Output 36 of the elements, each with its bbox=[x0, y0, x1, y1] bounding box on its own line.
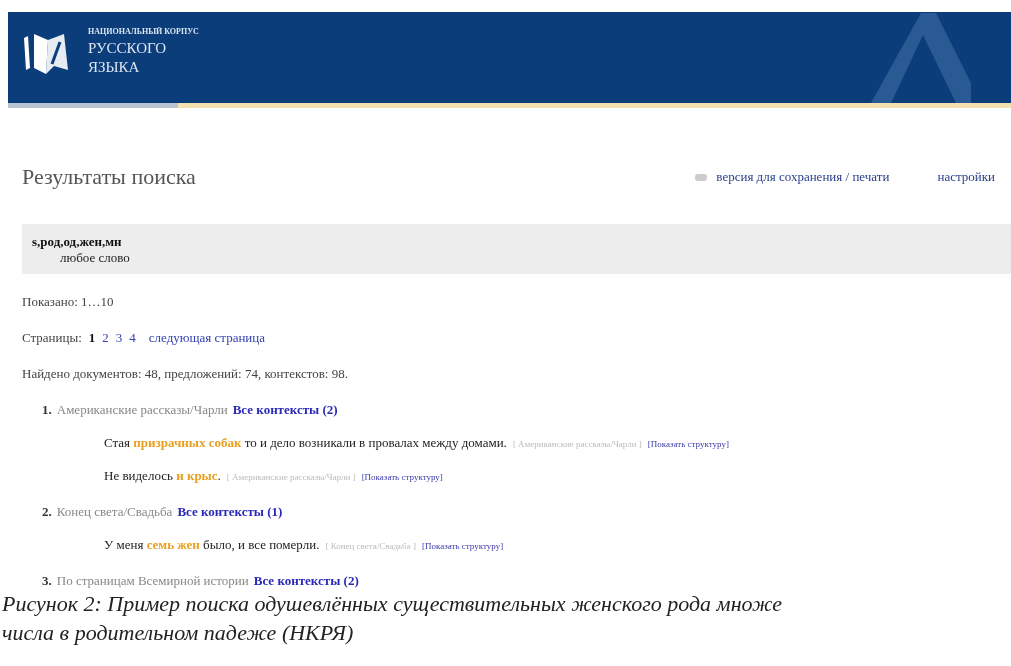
document-title: Конец света/Свадьба bbox=[56, 504, 173, 520]
shown-range: Показано: 1…10 bbox=[22, 294, 115, 310]
result-number: 2. bbox=[42, 504, 52, 520]
found-summary: Найдено документов: 48, предложений: 74, контекстов: 98. bbox=[22, 366, 349, 382]
all-contexts-link[interactable]: Все контексты (1) bbox=[177, 504, 283, 520]
page-title: Результаты поиска bbox=[22, 164, 196, 190]
source-reference: [ Американские рассказы/Чарли ] bbox=[512, 439, 642, 449]
query-tags: s,род,од,жен,мн bbox=[32, 234, 1001, 250]
all-contexts-link[interactable]: Все контексты (2) bbox=[232, 402, 338, 418]
logo-subtitle: НАЦИОНАЛЬНЫЙ КОРПУС bbox=[88, 27, 199, 36]
logo-title-line: РУССКОГО bbox=[88, 39, 168, 58]
context-sentence: Не виделось и крыс. bbox=[104, 468, 221, 484]
figure-caption: числа в родительном падеже (НКРЯ) bbox=[2, 619, 355, 647]
context-sentence: Стая призрачных собак то и дело возникали в провалах между домами. bbox=[104, 435, 507, 451]
page-link[interactable]: 4 bbox=[129, 330, 136, 346]
result-number: 1. bbox=[42, 402, 52, 418]
show-structure-link[interactable]: [Показать структуру] bbox=[361, 472, 443, 482]
page-link[interactable]: 1 bbox=[88, 330, 96, 346]
show-structure-link[interactable]: [Показать структуру] bbox=[421, 541, 504, 551]
settings-link[interactable]: настройки bbox=[937, 169, 995, 185]
all-contexts-link[interactable]: Все контексты (2) bbox=[253, 573, 359, 589]
next-page-link[interactable]: следующая страница bbox=[148, 330, 266, 346]
page-link[interactable]: 2 bbox=[102, 330, 109, 346]
source-reference: [ Американские рассказы/Чарли ] bbox=[226, 472, 356, 482]
figure-caption: Рисунок 2: Пример поиска одушевлённых существительных женского рода множе bbox=[2, 590, 783, 618]
show-structure-link[interactable]: [Показать структуру] bbox=[647, 439, 729, 449]
result-number: 3. bbox=[42, 573, 52, 589]
context-sentence: У меня семь жен было, и все померли. bbox=[104, 537, 320, 553]
print-version-link[interactable]: версия для сохранения / печати bbox=[716, 169, 890, 185]
source-reference: [ Конец света/Свадьба ] bbox=[325, 541, 416, 551]
pages-label: Страницы: bbox=[22, 330, 82, 346]
document-title: По страницам Всемирной истории bbox=[56, 573, 249, 589]
logo-title-line: ЯЗЫКА bbox=[88, 58, 141, 77]
query-word: любое слово bbox=[59, 250, 131, 266]
page-link[interactable]: 3 bbox=[115, 330, 123, 346]
document-title: Американские рассказы/Чарли bbox=[56, 402, 228, 418]
